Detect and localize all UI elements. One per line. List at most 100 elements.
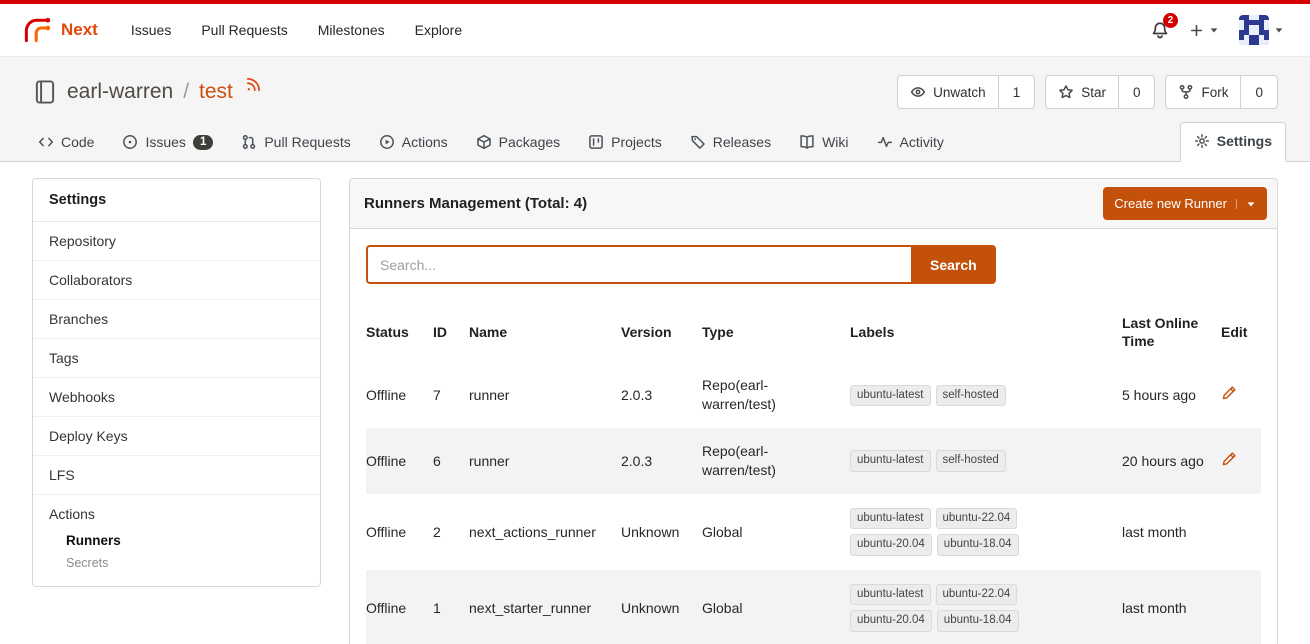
tab-wiki[interactable]: Wiki bbox=[785, 123, 862, 161]
runner-label-chip: self-hosted bbox=[936, 450, 1006, 472]
repo-action-group-star: Star 0 bbox=[1045, 75, 1155, 109]
runner-type: Global bbox=[702, 585, 850, 632]
column-header-id: ID bbox=[433, 311, 469, 353]
sidebar-title: Settings bbox=[33, 179, 320, 222]
tab-actions[interactable]: Actions bbox=[365, 123, 462, 161]
top-navbar: Next Issues Pull Requests Milestones Exp… bbox=[0, 0, 1310, 57]
repo-action-unwatch[interactable]: Unwatch bbox=[898, 76, 998, 108]
navbar-right: 2 bbox=[1151, 15, 1298, 45]
sidebar-item-repository[interactable]: Repository bbox=[33, 222, 320, 261]
runner-id: 2 bbox=[433, 509, 469, 556]
runner-label-chip: ubuntu-18.04 bbox=[937, 610, 1019, 632]
table-header-row: Status ID Name Version Type Labels Last … bbox=[366, 302, 1261, 362]
tab-settings[interactable]: Settings bbox=[1180, 122, 1286, 162]
repo-action-buttons: Unwatch 1 Star 0 Fork bbox=[897, 75, 1278, 109]
runner-id: 7 bbox=[433, 372, 469, 419]
repo-header: earl-warren / test Unwatch 1 Star bbox=[0, 57, 1310, 162]
navbar-item-issues[interactable]: Issues bbox=[116, 12, 186, 48]
tab-pull-requests[interactable]: Pull Requests bbox=[227, 123, 364, 161]
table-body: Offline 7 runner 2.0.3 Repo(earl-warren/… bbox=[366, 362, 1261, 644]
edit-runner-icon[interactable] bbox=[1221, 385, 1237, 401]
issue-icon bbox=[122, 134, 138, 150]
runner-label-chip: ubuntu-latest bbox=[850, 584, 931, 606]
tab-label: Settings bbox=[1217, 133, 1272, 149]
site-title: Next bbox=[61, 20, 98, 40]
runner-status: Offline bbox=[366, 372, 433, 419]
avatar bbox=[1239, 15, 1269, 45]
eye-icon bbox=[910, 84, 926, 100]
sidebar-item-branches[interactable]: Branches bbox=[33, 300, 320, 339]
tab-code[interactable]: Code bbox=[24, 123, 108, 161]
tab-label: Wiki bbox=[822, 134, 848, 150]
navbar-item-explore[interactable]: Explore bbox=[400, 12, 477, 48]
tab-releases[interactable]: Releases bbox=[676, 123, 785, 161]
repo-action-count-unwatch[interactable]: 1 bbox=[998, 76, 1035, 108]
sidebar-item-actions[interactable]: Actions bbox=[33, 495, 320, 529]
tab-label: Code bbox=[61, 134, 94, 150]
table-row: Offline 1 next_starter_runner Unknown Gl… bbox=[366, 570, 1261, 644]
runner-name: next_starter_runner bbox=[469, 585, 621, 632]
search-input[interactable] bbox=[366, 245, 911, 284]
navbar-item-milestones[interactable]: Milestones bbox=[303, 12, 400, 48]
sidebar-item-lfs[interactable]: LFS bbox=[33, 456, 320, 495]
caret-down-icon bbox=[1236, 199, 1256, 209]
repo-action-star[interactable]: Star bbox=[1046, 76, 1118, 108]
repo-action-label: Fork bbox=[1201, 85, 1228, 100]
create-runner-button[interactable]: Create new Runner bbox=[1103, 187, 1267, 220]
table-row: Offline 6 runner 2.0.3 Repo(earl-warren/… bbox=[366, 428, 1261, 494]
navbar-item-pull-requests[interactable]: Pull Requests bbox=[186, 12, 302, 48]
tab-packages[interactable]: Packages bbox=[462, 123, 574, 161]
repo-title-row: earl-warren / test Unwatch 1 Star bbox=[0, 75, 1310, 109]
repo-action-label: Unwatch bbox=[933, 85, 986, 100]
runner-type: Global bbox=[702, 509, 850, 556]
panel-body: Search Status ID Name Version Type bbox=[350, 229, 1277, 644]
search-button[interactable]: Search bbox=[911, 245, 996, 284]
project-icon bbox=[588, 134, 604, 150]
edit-runner-icon[interactable] bbox=[1221, 451, 1237, 467]
runner-version: 2.0.3 bbox=[621, 372, 702, 419]
package-icon bbox=[476, 134, 492, 150]
rss-feed-icon[interactable] bbox=[245, 76, 262, 93]
notifications-button[interactable]: 2 bbox=[1151, 21, 1169, 39]
tab-issues[interactable]: Issues 1 bbox=[108, 123, 227, 161]
runner-name: next_actions_runner bbox=[469, 509, 621, 556]
tag-icon bbox=[690, 134, 706, 150]
runners-panel: Runners Management (Total: 4) Create new… bbox=[349, 178, 1278, 644]
tab-label: Releases bbox=[713, 134, 771, 150]
runner-labels: ubuntu-latest ubuntu-22.04 ubuntu-20.04 … bbox=[850, 584, 1048, 632]
runner-version: Unknown bbox=[621, 585, 702, 632]
create-menu-button[interactable] bbox=[1189, 23, 1219, 38]
repo-action-fork[interactable]: Fork bbox=[1166, 76, 1240, 108]
sidebar-item-deploy-keys[interactable]: Deploy Keys bbox=[33, 417, 320, 456]
sidebar-item-runners[interactable]: Runners bbox=[33, 529, 320, 552]
caret-down-icon bbox=[1274, 25, 1284, 35]
sidebar-item-collaborators[interactable]: Collaborators bbox=[33, 261, 320, 300]
tab-activity[interactable]: Activity bbox=[863, 123, 958, 161]
repo-name-link[interactable]: test bbox=[199, 80, 233, 104]
runner-name: runner bbox=[469, 372, 621, 419]
runner-version: Unknown bbox=[621, 509, 702, 556]
column-header-edit: Edit bbox=[1221, 311, 1261, 353]
user-menu-button[interactable] bbox=[1239, 15, 1284, 45]
sidebar-item-tags[interactable]: Tags bbox=[33, 339, 320, 378]
pulse-icon bbox=[877, 134, 893, 150]
panel-header: Runners Management (Total: 4) Create new… bbox=[350, 179, 1277, 229]
repo-action-count-star[interactable]: 0 bbox=[1118, 76, 1155, 108]
repo-action-group-unwatch: Unwatch 1 bbox=[897, 75, 1035, 109]
gear-icon bbox=[1194, 133, 1210, 149]
column-header-type: Type bbox=[702, 311, 850, 353]
runner-label-chip: ubuntu-22.04 bbox=[936, 584, 1018, 606]
repo-owner-link[interactable]: earl-warren bbox=[67, 80, 173, 104]
panel-title: Runners Management (Total: 4) bbox=[364, 195, 587, 212]
sidebar-item-secrets[interactable]: Secrets bbox=[33, 552, 320, 574]
repo-action-count-fork[interactable]: 0 bbox=[1240, 76, 1277, 108]
sidebar-item-webhooks[interactable]: Webhooks bbox=[33, 378, 320, 417]
runner-last-online: last month bbox=[1122, 585, 1221, 632]
runner-labels: ubuntu-latest ubuntu-22.04 ubuntu-20.04 … bbox=[850, 508, 1048, 556]
tab-label: Actions bbox=[402, 134, 448, 150]
code-icon bbox=[38, 134, 54, 150]
tab-projects[interactable]: Projects bbox=[574, 123, 676, 161]
forgejo-home-link[interactable]: Next bbox=[14, 15, 106, 45]
column-header-version: Version bbox=[621, 311, 702, 353]
star-icon bbox=[1058, 84, 1074, 100]
